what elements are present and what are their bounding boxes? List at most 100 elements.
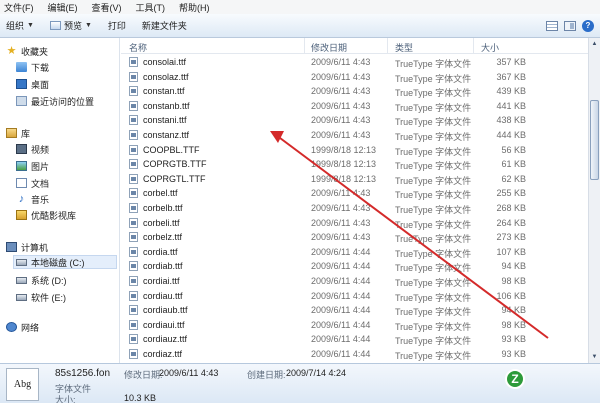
file-name: constanz.ttf: [143, 130, 190, 140]
file-name-cell: cordiaz.ttf: [129, 349, 182, 359]
table-row[interactable]: cordiauz.ttf 2009/6/11 4:44 TrueType 字体文件 9…: [121, 332, 588, 347]
nav-drive-d[interactable]: 系统 (D:): [16, 273, 67, 287]
new-folder-button[interactable]: 新建文件夹: [142, 19, 187, 32]
table-row[interactable]: cordiaub.ttf 2009/6/11 4:44 TrueType 字体文件 9…: [121, 303, 588, 318]
file-type: TrueType 字体文件: [395, 263, 472, 274]
nav-videos[interactable]: 视频: [16, 142, 49, 156]
column-divider[interactable]: [473, 38, 474, 54]
file-type: TrueType 字体文件: [395, 336, 472, 347]
font-file-icon: [129, 305, 138, 316]
organize-button[interactable]: 组织 ▼: [6, 19, 34, 32]
nav-desktop[interactable]: 桌面: [16, 77, 49, 91]
table-row[interactable]: corbeli.ttf 2009/6/11 4:43 TrueType 字体文件 26…: [121, 216, 588, 231]
scroll-down-icon[interactable]: ▼: [590, 352, 599, 362]
nav-drive-e[interactable]: 软件 (E:): [16, 290, 66, 304]
column-name[interactable]: 名称: [129, 41, 147, 54]
menu-file[interactable]: 文件(F): [4, 1, 34, 14]
library-icon: [6, 128, 17, 138]
table-row[interactable]: corbelb.ttf 2009/6/11 4:43 TrueType 字体文件 26…: [121, 201, 588, 216]
file-name: cordia.ttf: [143, 246, 178, 257]
file-date: 1999/8/18 12:13: [311, 173, 377, 184]
table-row[interactable]: cordia.ttf 2009/6/11 4:44 TrueType 字体文件 107…: [121, 245, 588, 260]
file-size: 268 KB: [496, 203, 526, 213]
column-date[interactable]: 修改日期: [311, 41, 347, 54]
download-folder-icon: [16, 62, 27, 72]
nav-pictures[interactable]: 图片: [16, 159, 49, 173]
file-size: 56 KB: [501, 144, 526, 155]
help-icon[interactable]: ?: [582, 20, 594, 32]
print-button[interactable]: 打印: [108, 19, 126, 32]
nav-libraries[interactable]: 库: [6, 126, 30, 140]
file-type: TrueType 字体文件: [395, 117, 472, 128]
file-date: 2009/6/11 4:43: [311, 203, 371, 213]
file-date: 1999/8/18 12:13: [311, 159, 377, 170]
table-row[interactable]: constan.ttf 2009/6/11 4:43 TrueType 字体文件 43…: [121, 84, 588, 99]
preview-icon: [49, 21, 61, 30]
column-type[interactable]: 类型: [395, 41, 413, 54]
nav-label: 图片: [31, 161, 50, 172]
font-file-icon: [129, 71, 138, 82]
menu-view[interactable]: 查看(V): [92, 1, 122, 14]
preview-button[interactable]: 预览 ▼: [49, 19, 92, 32]
menu-tools[interactable]: 工具(T): [136, 1, 166, 14]
table-row[interactable]: constanb.ttf 2009/6/11 4:43 TrueType 字体文件 4…: [121, 99, 588, 114]
details-filename: 85s1256.fon: [55, 368, 111, 379]
preview-pane-icon[interactable]: [564, 21, 576, 31]
nav-recent[interactable]: 最近访问的位置: [16, 94, 94, 108]
font-file-icon: [129, 246, 138, 257]
nav-music[interactable]: ♪ 音乐: [16, 192, 49, 206]
table-row[interactable]: consolai.ttf 2009/6/11 4:43 TrueType 字体文件 3…: [121, 55, 588, 70]
column-header: 名称 修改日期 类型 大小: [121, 38, 588, 54]
table-row[interactable]: constani.ttf 2009/6/11 4:43 TrueType 字体文件 4…: [121, 113, 588, 128]
scroll-thumb[interactable]: [590, 100, 599, 180]
file-name-cell: COPRGTL.TTF: [129, 173, 206, 184]
file-name-cell: constan.ttf: [129, 86, 185, 97]
file-name: cordiaui.ttf: [143, 319, 185, 330]
nav-label: 最近访问的位置: [31, 96, 95, 107]
details-modified-label: 修改日期:: [124, 370, 163, 380]
menu-edit[interactable]: 编辑(E): [48, 1, 78, 14]
column-divider[interactable]: [387, 38, 388, 54]
computer-icon: [6, 242, 17, 252]
menu-help[interactable]: 帮助(H): [179, 1, 210, 14]
file-size: 264 KB: [496, 217, 526, 228]
nav-label: 桌面: [31, 79, 50, 90]
nav-youku[interactable]: 优酷影视库: [16, 208, 76, 222]
table-row[interactable]: cordiab.ttf 2009/6/11 4:44 TrueType 字体文件 94…: [121, 259, 588, 274]
table-row[interactable]: corbel.ttf 2009/6/11 4:43 TrueType 字体文件 255…: [121, 186, 588, 201]
file-date: 2009/6/11 4:43: [311, 130, 371, 140]
file-size: 93 KB: [501, 349, 526, 359]
file-date: 2009/6/11 4:44: [311, 276, 371, 286]
nav-favorites[interactable]: ★ 收藏夹: [6, 44, 48, 58]
file-date: 2009/6/11 4:44: [311, 334, 371, 345]
table-row[interactable]: COPRGTB.TTF 1999/8/18 12:13 TrueType 字体文件 6…: [121, 157, 588, 172]
table-row[interactable]: COPRGTL.TTF 1999/8/18 12:13 TrueType 字体文件 6…: [121, 172, 588, 187]
nav-drive-c[interactable]: 本地磁盘 (C:): [13, 255, 117, 269]
nav-downloads[interactable]: 下载: [16, 60, 49, 74]
file-date: 2009/6/11 4:43: [311, 115, 371, 126]
table-row[interactable]: consolaz.ttf 2009/6/11 4:43 TrueType 字体文件 3…: [121, 70, 588, 85]
network-icon: [6, 322, 17, 332]
file-type: TrueType 字体文件: [395, 146, 472, 157]
table-row[interactable]: COOPBL.TTF 1999/8/18 12:13 TrueType 字体文件 56…: [121, 143, 588, 158]
vertical-scrollbar[interactable]: ▲ ▼: [588, 38, 600, 363]
scroll-up-icon[interactable]: ▲: [590, 39, 599, 49]
file-name: cordiaz.ttf: [143, 349, 183, 359]
table-row[interactable]: cordiaz.ttf 2009/6/11 4:44 TrueType 字体文件 93…: [121, 347, 588, 362]
nav-network[interactable]: 网络: [6, 320, 39, 334]
nav-label: 音乐: [31, 194, 50, 205]
table-row[interactable]: cordiai.ttf 2009/6/11 4:44 TrueType 字体文件 98…: [121, 274, 588, 289]
file-name-cell: COPRGTB.TTF: [129, 159, 207, 170]
column-size[interactable]: 大小: [481, 41, 499, 54]
column-divider[interactable]: [304, 38, 305, 54]
nav-documents[interactable]: 文档: [16, 176, 49, 190]
change-view-icon[interactable]: [546, 21, 558, 31]
file-name-cell: consolaz.ttf: [129, 71, 189, 82]
recent-places-icon: [16, 96, 27, 106]
file-size: 367 KB: [496, 71, 526, 82]
nav-computer[interactable]: 计算机: [6, 240, 48, 254]
table-row[interactable]: constanz.ttf 2009/6/11 4:43 TrueType 字体文件 4…: [121, 128, 588, 143]
table-row[interactable]: corbelz.ttf 2009/6/11 4:43 TrueType 字体文件 27…: [121, 230, 588, 245]
table-row[interactable]: cordiau.ttf 2009/6/11 4:44 TrueType 字体文件 10…: [121, 289, 588, 304]
table-row[interactable]: cordiaui.ttf 2009/6/11 4:44 TrueType 字体文件 9…: [121, 318, 588, 333]
